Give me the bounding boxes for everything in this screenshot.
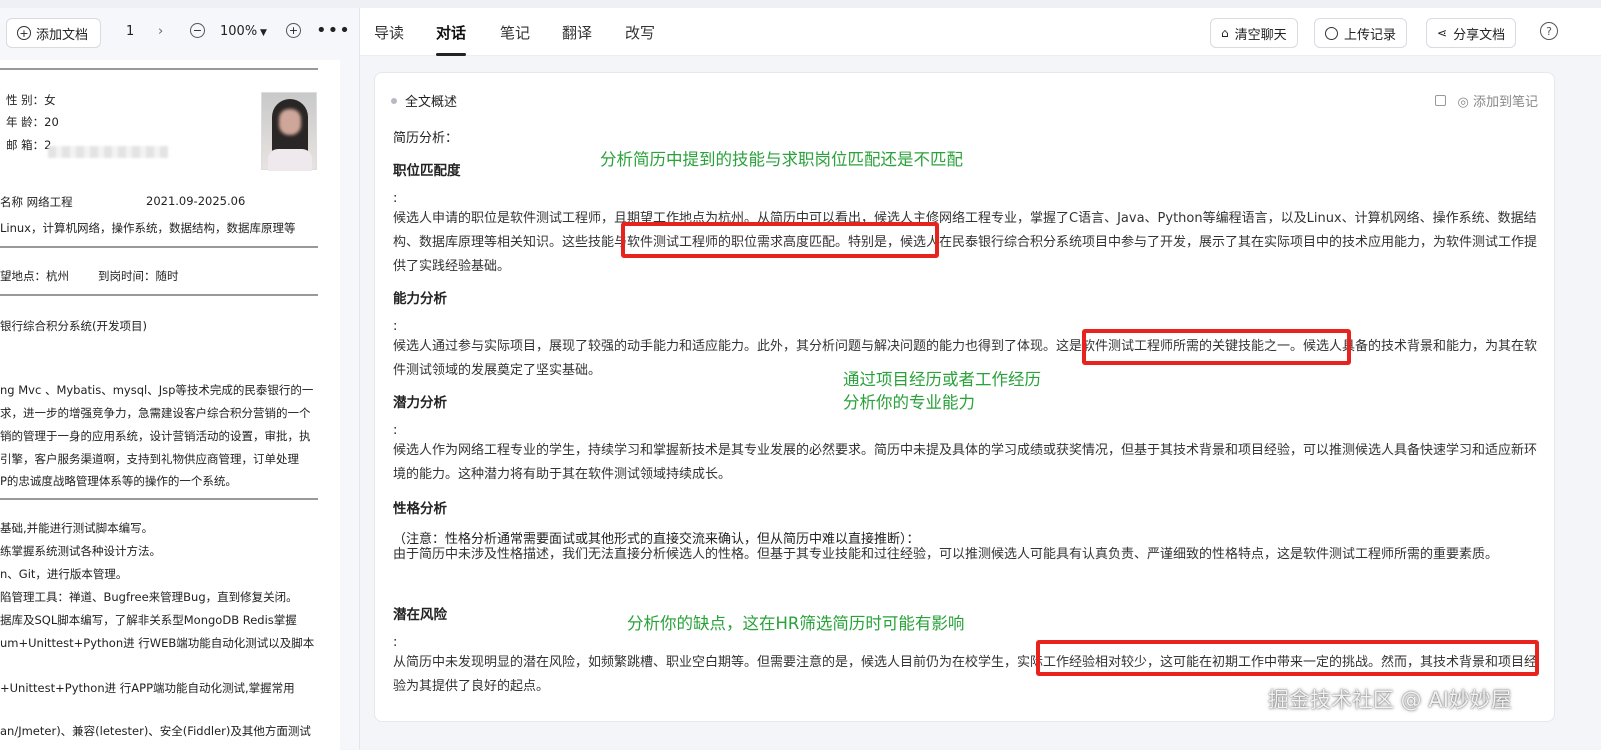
section-title: 性格分析 [393,501,447,517]
clear-chat-button[interactable]: ⌂ 清空聊天 [1210,18,1298,48]
clock-icon [1325,26,1338,40]
section-text: 由于简历中未涉及性格描述，我们无法直接分析候选人的性格。但基于其专业技能和过往经… [393,547,1499,562]
section-text: 候选人作为网络工程专业的学生，持续学习和掌握新技术是其专业发展的必然要求。简历中… [393,443,1538,482]
share-document-button[interactable]: ⋖ 分享文档 [1426,18,1517,48]
upload-history-label: 上传记录 [1344,27,1397,43]
tab-translate[interactable]: 翻译 [562,22,592,43]
section-colon: : [393,423,398,438]
doc-line: um+Unittest+Python进 行WEB端功能自动化测试以及脚本 [0,636,315,650]
doc-line: Linux，计算机网络，操作系统，数据结构，数据库原理等 [0,221,296,235]
annotation-label: 分析你的缺点，这在HR筛选简历时可能有影响 [627,614,965,633]
add-to-notes-label: 添加到笔记 [1472,95,1538,110]
clear-chat-label: 清空聊天 [1234,27,1287,43]
bullet-dot-icon [391,97,397,104]
section-colon: : [393,635,398,650]
section-text: 候选人申请的职位是软件测试工程师，且期望工作地点为杭州。从简历中可以看出，候选人… [393,211,1538,274]
doc-line: 到岗时间：随时 [98,269,179,283]
doc-line: 据库及SQL脚本编写，了解非关系型MongoDB Redis掌握 [0,613,297,627]
tab-chat[interactable]: 对话 [436,22,467,56]
doc-line: 年 龄：20 [6,115,59,129]
add-to-notes-button[interactable]: ◎ 添加到笔记 [1458,91,1539,110]
share-icon: ⋖ [1437,26,1448,40]
annotation-label: 分析你的专业能力 [843,393,975,412]
doc-line: an/Jmeter)、兼容(letester)、安全(Fiddler)及其他方面… [0,724,311,738]
doc-line: 银行综合积分系统(开发项目) [0,319,147,333]
section-title: 潜在风险 [393,607,447,623]
doc-line: 陷管理工具：禅道、Bugfree来管理Bug，直到修复关闭。 [0,590,298,604]
divider [0,68,318,70]
tab-guide[interactable]: 导读 [374,22,404,43]
profile-photo [261,92,317,171]
doc-line: 引擎，客户服务渠道啊，支持到礼物供应商管理，订单处理 [0,452,299,466]
annotation-label: 分析简历中提到的技能与求职岗位匹配还是不匹配 [600,150,963,169]
divider [0,294,318,296]
doc-line: 2021.09-2025.06 [146,194,246,208]
summary-title: 全文概述 [405,95,458,110]
zoom-value: 100% [220,24,258,39]
note-icon: ◎ [1457,95,1469,110]
doc-line: 练掌握系统测试各种设计方法。 [0,544,161,558]
more-icon[interactable]: ••• [316,20,351,41]
section-title: 能力分析 [393,291,447,307]
top-strip [0,0,1601,8]
resume-page: 性 别：女 年 龄：20 邮 箱：2 名称 网络工程 2021.09-2025.… [0,60,340,750]
intro-text: 简历分析： [393,131,459,146]
doc-line: 求，进一步的增强竞争力，急需建设客户综合积分营销的一个 [0,406,311,420]
document-toolbar: + 添加文档 1 › − 100% ▼ + ••• [0,8,360,58]
doc-line: 基础,并能进行测试脚本编写。 [0,521,154,535]
watermark: 掘金技术社区 @ AI妙妙屋 [1268,688,1512,712]
next-page-icon[interactable]: › [158,24,163,39]
doc-line: ng Mvc 、Mybatis、mysql、Jsp等技术完成的民泰银行的一 [0,383,314,397]
doc-line: n、Git，进行版本管理。 [0,567,128,581]
doc-line: 名称 网络工程 [0,195,73,209]
section-colon: : [393,191,398,206]
doc-line: 销的管理于一身的应用系统，设计营销活动的设置，审批，执 [0,429,311,443]
add-document-button[interactable]: + 添加文档 [6,18,102,48]
broom-icon: ⌂ [1221,26,1229,40]
section-colon: : [393,319,398,334]
section-title: 职位匹配度 [393,163,461,179]
zoom-level[interactable]: 100% ▼ [220,24,267,39]
tab-notes[interactable]: 笔记 [500,22,530,43]
plus-circle-icon: + [17,26,31,40]
zoom-out-icon[interactable]: − [190,23,205,38]
tab-rewrite[interactable]: 改写 [625,22,655,43]
help-icon[interactable]: ? [1540,22,1558,40]
document-pane: + 添加文档 1 › − 100% ▼ + ••• 性 别：女 年 龄：20 邮… [0,8,360,750]
upload-history-button[interactable]: 上传记录 [1314,18,1408,48]
copy-icon[interactable] [1434,95,1446,106]
add-document-label: 添加文档 [36,27,89,43]
doc-line: 望地点：杭州 [0,269,69,283]
zoom-in-icon[interactable]: + [286,23,301,38]
redacted-email [48,146,168,158]
doc-line: P的忠诚度战略管理体系等的操作的一个系统。 [0,474,237,488]
summary-actions: ◎ 添加到笔记 [1434,91,1539,110]
share-document-label: 分享文档 [1453,27,1506,43]
summary-header: 全文概述 [391,91,457,110]
section-title: 潜力分析 [393,395,447,411]
divider [0,246,318,248]
annotation-label: 通过项目经历或者工作经历 [843,370,1041,389]
tab-bar: 导读 对话 笔记 翻译 改写 [360,8,1601,56]
highlight-box [1082,329,1351,365]
doc-line: 性 别：女 [6,93,56,107]
doc-line: 邮 箱：2 [6,138,52,152]
highlight-box [1036,640,1539,676]
doc-line: +Unittest+Python进 行APP端功能自动化测试,掌握常用 [0,681,295,695]
highlight-box [621,222,939,258]
page-number[interactable]: 1 [126,24,134,39]
divider [0,498,318,500]
